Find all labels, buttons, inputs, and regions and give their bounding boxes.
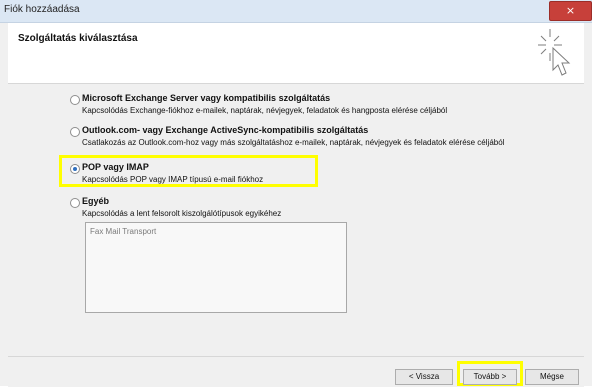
- list-item[interactable]: Fax Mail Transport: [90, 227, 156, 236]
- option-description: Kapcsolódás POP vagy IMAP típusú e-mail …: [82, 175, 264, 184]
- next-button[interactable]: Tovább >: [463, 369, 517, 385]
- option-description: Csatlakozás az Outlook.com-hoz vagy más …: [82, 138, 505, 147]
- back-button[interactable]: < Vissza: [395, 369, 453, 385]
- server-type-list[interactable]: Fax Mail Transport: [85, 222, 347, 313]
- title-bar: Fiók hozzáadása ×: [0, 0, 592, 23]
- window-title: Fiók hozzáadása: [4, 4, 80, 15]
- page-title: Szolgáltatás kiválasztása: [18, 33, 138, 44]
- option-label: Microsoft Exchange Server vagy kompatibi…: [82, 93, 331, 103]
- radio-pop-imap[interactable]: [70, 164, 80, 174]
- option-label: POP vagy IMAP: [82, 162, 149, 172]
- option-description: Kapcsolódás a lent felsorolt kiszolgálót…: [82, 209, 282, 218]
- add-account-dialog: Fiók hozzáadása × Szolgáltatás kiválaszt…: [0, 0, 592, 387]
- cancel-button[interactable]: Mégse: [525, 369, 579, 385]
- sparkle-cursor-icon: [538, 29, 571, 76]
- option-label: Outlook.com- vagy Exchange ActiveSync-ko…: [82, 125, 369, 135]
- option-label: Egyéb: [82, 196, 110, 206]
- option-description: Kapcsolódás Exchange-fiókhoz e-mailek, n…: [82, 106, 448, 115]
- dialog-header: Szolgáltatás kiválasztása: [8, 23, 584, 84]
- radio-outlook-com[interactable]: [70, 127, 80, 137]
- radio-exchange[interactable]: [70, 95, 80, 105]
- radio-other[interactable]: [70, 198, 80, 208]
- close-button[interactable]: ×: [549, 1, 592, 21]
